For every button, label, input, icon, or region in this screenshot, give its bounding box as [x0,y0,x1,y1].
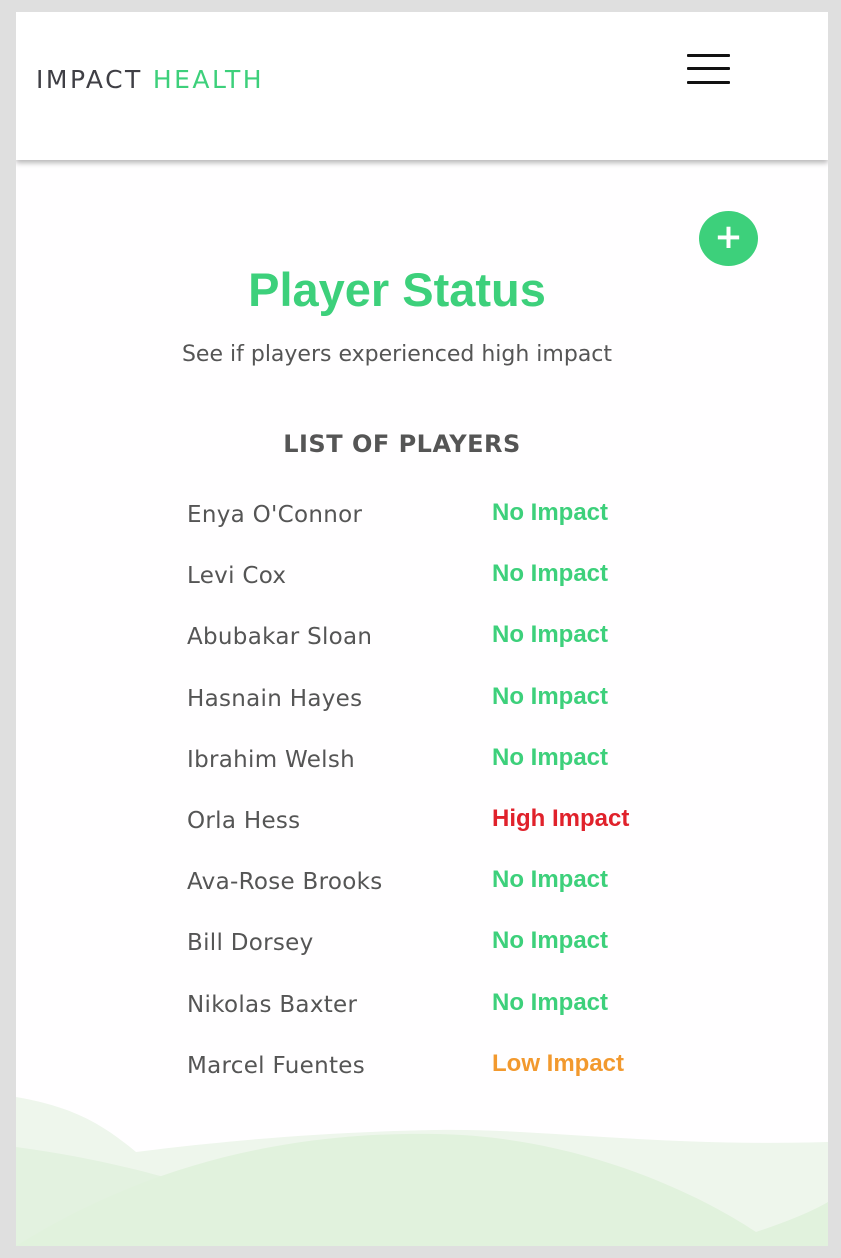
player-row[interactable]: Enya O'Connor No Impact [187,498,707,559]
player-row[interactable]: Orla Hess High Impact [187,804,707,865]
player-row[interactable]: Abubakar Sloan No Impact [187,620,707,681]
player-name: Marcel Fuentes [187,1052,366,1079]
player-status-badge: No Impact [492,621,609,649]
player-status-badge: No Impact [492,682,609,710]
player-status-badge: Low Impact [492,1049,625,1077]
player-list: Enya O'Connor No Impact Levi Cox No Impact A… [187,498,707,1110]
player-row[interactable]: Marcel Fuentes Low Impact [187,1049,707,1110]
player-row[interactable]: Ava-Rose Brooks No Impact [187,865,707,926]
player-status-badge: No Impact [492,743,609,771]
player-name: Orla Hess [187,807,301,834]
player-status-badge: No Impact [492,560,609,588]
player-status-badge: No Impact [492,927,609,955]
menu-icon-bar [687,81,730,84]
player-name: Levi Cox [187,563,287,590]
page-subtitle: See if players experienced high impact [181,342,613,367]
player-status-badge: High Impact [492,804,630,832]
player-name: Enya O'Connor [187,502,363,528]
player-row[interactable]: Hasnain Hayes No Impact [187,682,707,743]
player-name: Nikolas Baxter [187,991,358,1018]
brand-word-impact: IMPACT [36,65,143,94]
player-row[interactable]: Bill Dorsey No Impact [187,926,707,987]
player-name: Ava-Rose Brooks [187,869,383,896]
plus-icon: + [714,217,743,257]
brand-logo[interactable]: IMPACT HEALTH [36,65,264,94]
add-player-button[interactable]: + [699,211,758,266]
player-name: Abubakar Sloan [187,624,373,651]
hamburger-menu-icon[interactable] [684,52,732,88]
menu-icon-bar [687,54,730,57]
player-row[interactable]: Ibrahim Welsh No Impact [187,743,707,804]
player-name: Ibrahim Welsh [187,746,356,773]
page-title: Player Status [248,263,546,316]
brand-word-health: HEALTH [152,65,265,94]
player-row[interactable]: Levi Cox No Impact [187,559,707,620]
player-name: Bill Dorsey [187,930,314,957]
list-heading: LIST OF PLAYERS [283,430,521,458]
player-name: Hasnain Hayes [187,685,363,712]
player-status-badge: No Impact [492,866,609,894]
top-header: IMPACT HEALTH [16,12,828,160]
app-frame: IMPACT HEALTH + Player Status See if play… [16,12,828,1246]
menu-icon-bar [687,67,730,70]
player-row[interactable]: Nikolas Baxter No Impact [187,988,707,1049]
player-status-badge: No Impact [492,499,609,526]
player-status-badge: No Impact [492,988,609,1016]
